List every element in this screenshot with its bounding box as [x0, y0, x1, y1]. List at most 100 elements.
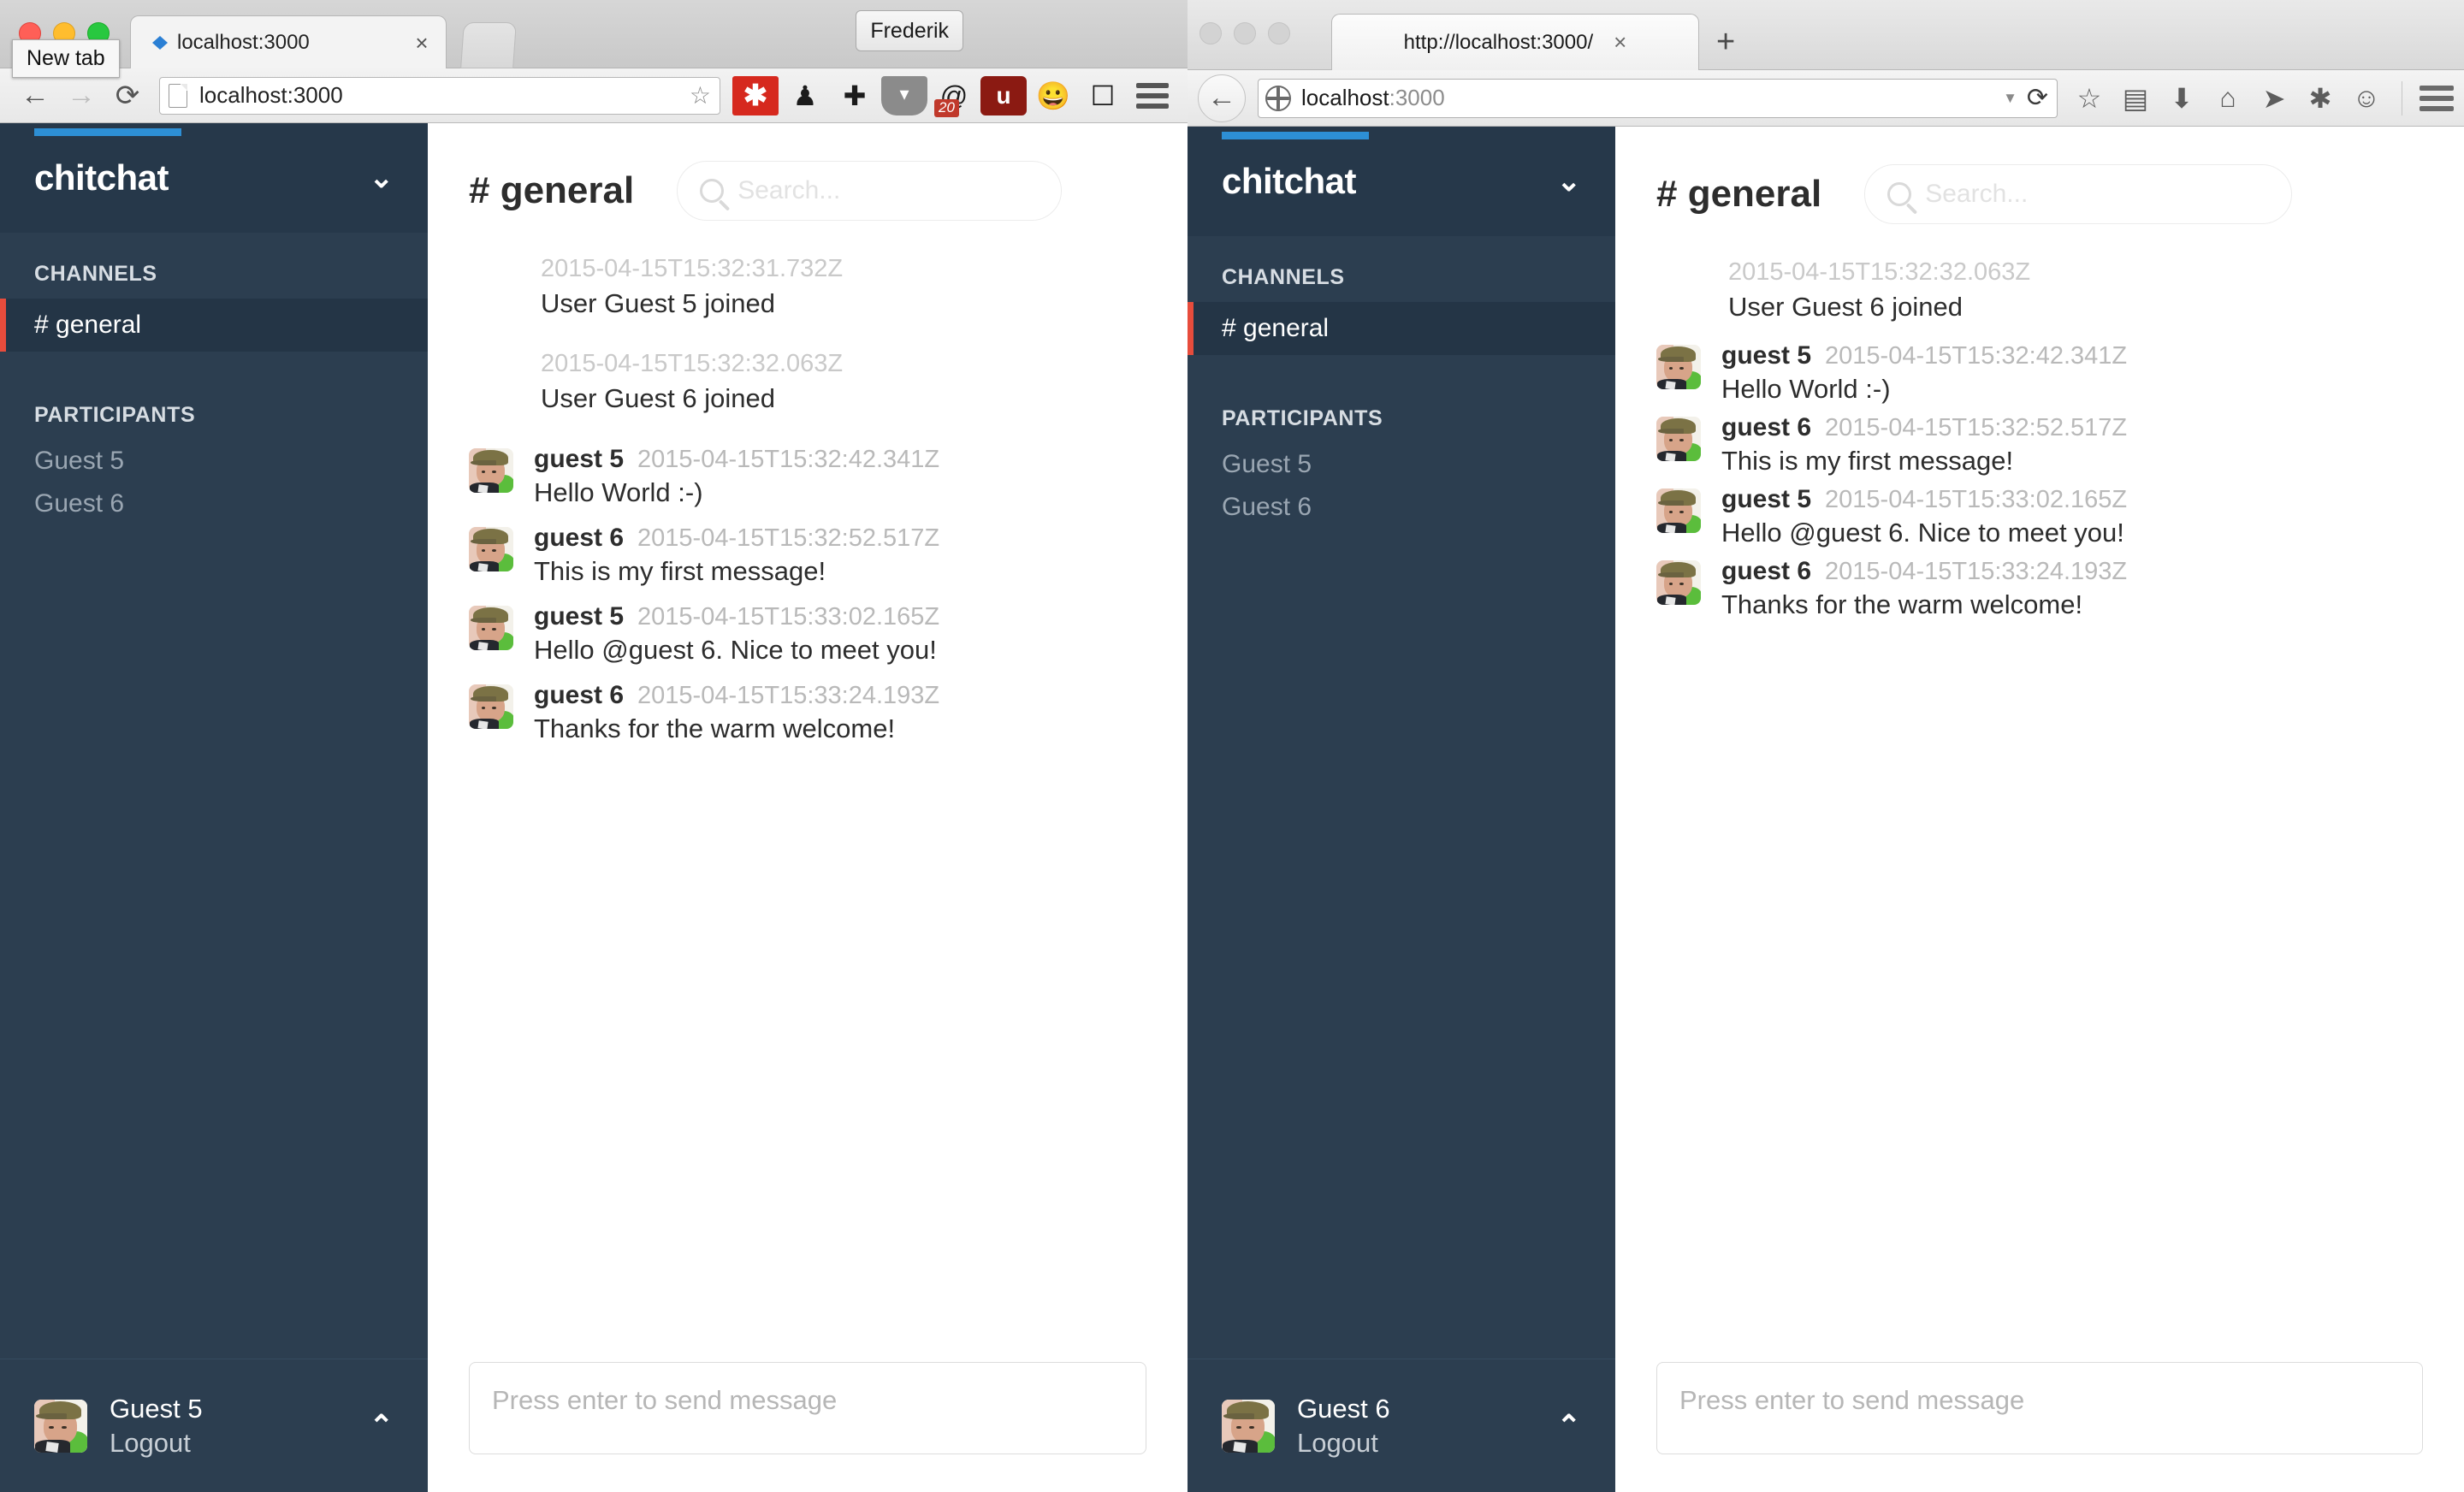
message-timestamp: 2015-04-15T15:32:31.732Z [541, 255, 844, 282]
chevron-up-icon[interactable]: ⌃ [370, 1409, 394, 1443]
sidebar-footer[interactable]: Guest 6 Logout ⌃ [1188, 1359, 1615, 1492]
chevron-down-icon[interactable]: ▼ [2003, 90, 2017, 107]
tab-title: http://localhost:3000/ [1403, 30, 1594, 54]
reload-icon[interactable]: ⟳ [2027, 83, 2048, 113]
sidebar-header[interactable]: chitchat ⌄ [0, 123, 428, 233]
sidebar-body: CHANNELS # general PARTICIPANTS Guest 5 … [0, 233, 428, 1359]
chat-header: # general Search... [1615, 127, 2464, 224]
avatar [469, 448, 513, 493]
minimize-window-button[interactable] [1234, 22, 1256, 44]
reader-list-icon[interactable]: ▤ [2118, 82, 2153, 115]
window-traffic-lights[interactable] [1199, 22, 1290, 44]
firefox-toolbar: ← localhost:3000 ▼ ⟳ ☆ ▤ ⬇ ⌂ ➤ ✱ ☺ [1188, 70, 2464, 127]
close-icon[interactable]: × [1614, 29, 1626, 56]
browser-tab-localhost[interactable]: http://localhost:3000/ × [1331, 14, 1699, 70]
system-message: 2015-04-15T15:32:31.732Z User Guest 5 jo… [469, 255, 1146, 319]
cast-icon[interactable]: ☐ [1080, 76, 1126, 115]
chevron-down-icon[interactable]: ⌄ [1557, 164, 1582, 198]
avatar [1656, 488, 1701, 533]
avatar [469, 606, 513, 650]
message-timestamp: 2015-04-15T15:32:42.341Z [1825, 342, 2128, 370]
message-timestamp: 2015-04-15T15:33:02.165Z [637, 603, 940, 631]
home-icon[interactable]: ⌂ [2210, 82, 2246, 114]
participant-item[interactable]: Guest 5 [1188, 443, 1615, 486]
sidebar-item-general[interactable]: # general [0, 299, 428, 352]
avatar [469, 684, 513, 729]
chitchat-app-right: chitchat ⌄ CHANNELS # general PARTICIPAN… [1188, 127, 2464, 1492]
url-value: localhost:3000 [1301, 85, 1445, 111]
channel-label: # general [1222, 314, 1330, 342]
lastpass-icon[interactable]: ✱ [2302, 82, 2338, 115]
composer-placeholder: Press enter to send message [492, 1385, 838, 1415]
message-row: guest 6 2015-04-15T15:32:52.517Z This is… [469, 524, 1146, 587]
profile-button[interactable]: Frederik [856, 10, 963, 51]
reload-icon[interactable]: ⟳ [104, 79, 151, 113]
participants-section-label: PARTICIPANTS [34, 403, 196, 427]
chevron-down-icon[interactable]: ⌄ [370, 161, 394, 195]
composer: Press enter to send message [1615, 1362, 2464, 1492]
participant-item[interactable]: Guest 6 [1188, 486, 1615, 529]
zoom-window-button[interactable] [1268, 22, 1290, 44]
url-port: :3000 [1389, 85, 1445, 110]
firefox-browser-window: http://localhost:3000/ × + ← localhost:3… [1188, 0, 2464, 1492]
page-document-icon [169, 83, 187, 108]
message-timestamp: 2015-04-15T15:32:52.517Z [637, 524, 940, 552]
message-meta: guest 5 2015-04-15T15:33:02.165Z [534, 602, 1146, 631]
back-icon[interactable]: ← [12, 79, 58, 112]
chevron-up-icon[interactable]: ⌃ [1557, 1409, 1582, 1443]
current-user-name: Guest 5 [110, 1393, 203, 1424]
tab-title: localhost:3000 [177, 30, 310, 54]
back-icon[interactable]: ← [1198, 74, 1246, 122]
new-tab-button[interactable]: + [1716, 26, 1735, 58]
message-meta: guest 5 2015-04-15T15:32:42.341Z [1721, 341, 2423, 370]
dual-browser-screenshot: New tab localhost:3000 × Frederik ← → ⟳ … [0, 0, 2464, 1492]
message-timestamp: 2015-04-15T15:32:52.517Z [1825, 414, 2128, 441]
crosshair-icon[interactable]: ✚ [832, 76, 878, 115]
chat-main-panel: # general Search... 2015-04-15T15:32:32.… [1615, 127, 2464, 1492]
participant-item[interactable]: Guest 6 [0, 483, 428, 525]
logout-button[interactable]: Logout [1297, 1426, 1390, 1460]
hola-flame-icon[interactable]: 😀 [1030, 76, 1076, 115]
search-input[interactable]: Search... [1864, 164, 2293, 224]
sidebar-item-general[interactable]: # general [1188, 302, 1615, 355]
forward-icon[interactable]: → [58, 79, 104, 112]
pocket-icon[interactable]: ▾ [881, 75, 927, 115]
chat-header: # general Search... [428, 123, 1188, 221]
message-author: guest 6 [534, 681, 625, 709]
browser-tab-localhost[interactable]: localhost:3000 × [130, 15, 447, 68]
emoji-icon[interactable]: ☺ [2348, 82, 2384, 114]
close-window-button[interactable] [1199, 22, 1222, 44]
channel-label: # general [34, 311, 142, 339]
new-tab-button[interactable] [460, 22, 517, 68]
message-meta: guest 6 2015-04-15T15:33:24.193Z [534, 681, 1146, 710]
chrome-menu-icon[interactable] [1129, 76, 1176, 115]
sidebar-header[interactable]: chitchat ⌄ [1188, 127, 1615, 236]
participant-item[interactable]: Guest 5 [0, 440, 428, 483]
search-input[interactable]: Search... [677, 161, 1063, 221]
message-input[interactable]: Press enter to send message [1656, 1362, 2423, 1454]
downloads-icon[interactable]: ⬇ [2164, 82, 2200, 115]
bookmark-star-icon[interactable]: ☆ [2071, 82, 2107, 115]
ghostery-icon[interactable]: ♟ [782, 76, 828, 115]
url-bar[interactable]: localhost:3000 ▼ ⟳ [1258, 78, 2058, 118]
message-meta: guest 6 2015-04-15T15:32:52.517Z [1721, 413, 2423, 442]
message-text: User Guest 5 joined [541, 288, 775, 318]
message-body: guest 5 2015-04-15T15:32:42.341Z Hello W… [1721, 341, 2423, 405]
send-tab-icon[interactable]: ➤ [2256, 82, 2292, 115]
firefox-menu-icon[interactable] [2420, 85, 2454, 111]
bookmark-star-icon[interactable]: ☆ [690, 81, 711, 110]
message-author: guest 5 [534, 602, 625, 631]
search-placeholder: Search... [737, 176, 841, 204]
sidebar-footer[interactable]: Guest 5 Logout ⌃ [0, 1359, 428, 1492]
email-notifier-icon[interactable]: @20 [931, 76, 977, 117]
chat-main-panel: # general Search... 2015-04-15T15:32:31.… [428, 123, 1188, 1492]
omnibox[interactable]: localhost:3000 ☆ [159, 76, 720, 115]
message-meta: guest 5 2015-04-15T15:33:02.165Z [1721, 485, 2423, 514]
logout-button[interactable]: Logout [110, 1426, 203, 1460]
message-input[interactable]: Press enter to send message [469, 1362, 1146, 1454]
close-icon[interactable]: × [410, 32, 434, 54]
ublock-icon[interactable]: u [980, 75, 1027, 115]
message-meta: guest 6 2015-04-15T15:32:52.517Z [534, 524, 1146, 553]
lastpass-icon[interactable]: ✱ [732, 75, 779, 115]
message-body: guest 5 2015-04-15T15:33:02.165Z Hello @… [534, 602, 1146, 666]
